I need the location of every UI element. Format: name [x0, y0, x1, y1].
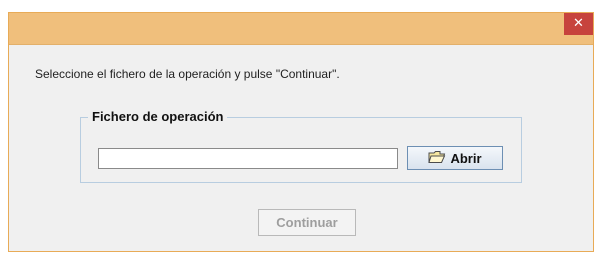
folder-icon	[428, 150, 450, 167]
file-path-input[interactable]	[98, 148, 398, 169]
close-icon: ✕	[573, 16, 584, 31]
dialog-window: ✕ Seleccione el fichero de la operación …	[8, 12, 594, 252]
file-group-title: Fichero de operación	[88, 109, 228, 124]
continue-button[interactable]: Continuar	[258, 209, 356, 236]
instruction-text: Seleccione el fichero de la operación y …	[35, 67, 340, 81]
open-button[interactable]: Abrir	[407, 146, 503, 170]
dialog-content: Seleccione el fichero de la operación y …	[9, 45, 593, 251]
open-button-label: Abrir	[450, 150, 482, 166]
title-bar[interactable]: ✕	[9, 13, 593, 45]
close-button[interactable]: ✕	[564, 13, 593, 35]
continue-button-label: Continuar	[276, 215, 338, 230]
